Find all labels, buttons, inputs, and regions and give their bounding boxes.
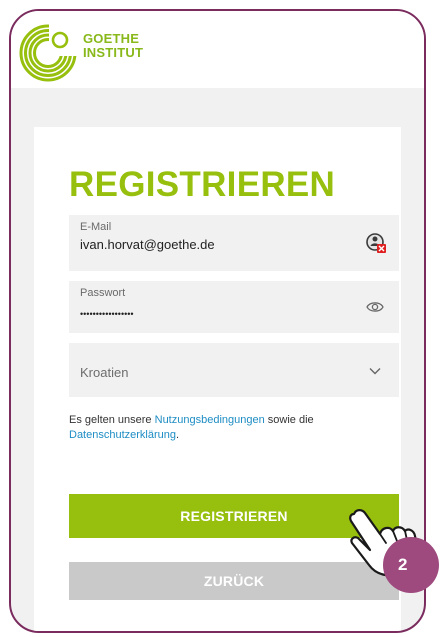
country-select[interactable]: Kroatien [69, 343, 399, 397]
site-header: GOETHE INSTITUT [11, 11, 424, 88]
email-label: E-Mail [80, 221, 112, 233]
goethe-institut-logo[interactable] [18, 23, 78, 83]
brand-line-1: GOETHE [83, 31, 140, 46]
privacy-link[interactable]: Datenschutzerklärung [69, 429, 176, 441]
page-title: REGISTRIEREN [69, 165, 336, 204]
password-manager-icon[interactable] [366, 233, 388, 255]
email-field[interactable]: E-Mail ivan.horvat@goethe.de [69, 215, 399, 271]
step-badge: 2 [383, 537, 439, 593]
legal-prefix: Es gelten unsere [69, 414, 155, 426]
eye-icon[interactable] [366, 300, 384, 314]
step-number: 2 [398, 555, 408, 574]
brand-line-2: INSTITUT [83, 45, 144, 60]
legal-suffix: . [176, 429, 180, 441]
legal-notice: Es gelten unsere Nutzungsbedingungen sow… [69, 413, 404, 443]
brand-name: GOETHE INSTITUT [83, 32, 143, 60]
legal-middle: sowie die [264, 414, 314, 426]
password-field[interactable]: Passwort ••••••••••••••••• [69, 281, 399, 333]
terms-link[interactable]: Nutzungsbedingungen [155, 414, 265, 426]
email-value: ivan.horvat@goethe.de [80, 237, 215, 252]
chevron-down-icon [369, 368, 381, 375]
password-label: Passwort [80, 287, 126, 299]
password-value: ••••••••••••••••• [80, 309, 134, 319]
country-value: Kroatien [80, 365, 129, 380]
